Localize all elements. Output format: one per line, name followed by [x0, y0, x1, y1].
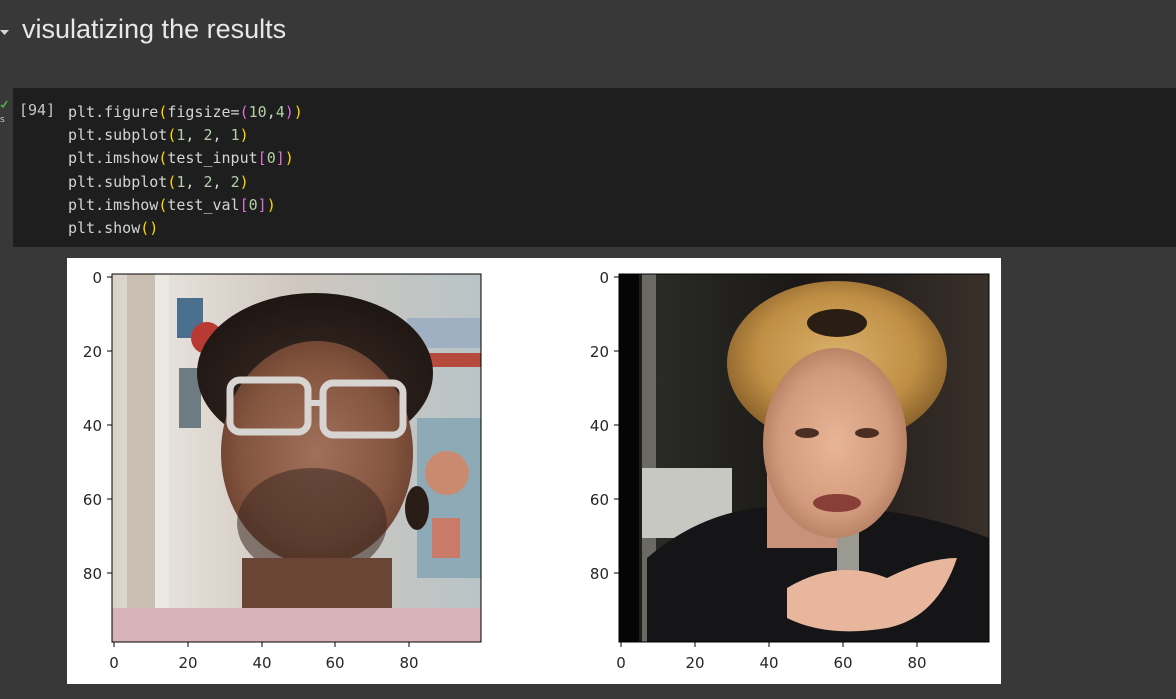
- output-figure: 0 20 40 60 80 0 20 40 60 80 0 20 40 60 8…: [67, 258, 1001, 684]
- code-token: (: [158, 149, 168, 168]
- code-token: 2: [203, 172, 213, 191]
- subplot-1-x-axis: 0 20 40 60 80: [109, 642, 419, 672]
- figure-canvas: 0 20 40 60 80 0 20 40 60 80 0 20 40 60 8…: [83, 269, 990, 672]
- subplot-1-image: [112, 274, 481, 642]
- code-token: plt.figure: [68, 103, 159, 121]
- code-token: ,: [185, 172, 204, 191]
- y-tick-label: 80: [590, 565, 609, 583]
- x-tick-label: 40: [759, 654, 778, 672]
- subplot-1: 0 20 40 60 80 0 20 40 60 80: [83, 269, 482, 672]
- code-token: ): [284, 149, 294, 168]
- run-status-check-icon[interactable]: s: [0, 98, 12, 128]
- x-tick-label: 20: [685, 654, 704, 672]
- x-tick-label: 20: [178, 654, 197, 672]
- code-token: plt.subplot: [68, 126, 168, 145]
- code-token: 2: [230, 172, 240, 191]
- y-tick-label: 80: [83, 565, 102, 583]
- code-token: 10: [248, 103, 267, 121]
- code-token: 0: [266, 149, 276, 168]
- x-tick-label: 0: [109, 654, 119, 672]
- x-tick-label: 40: [252, 654, 271, 672]
- code-token: plt.imshow: [68, 195, 159, 214]
- code-token: test_input: [167, 149, 258, 168]
- code-token: test_val: [167, 195, 240, 214]
- code-token: plt.show: [68, 219, 141, 238]
- code-token: [: [257, 149, 267, 168]
- y-tick-label: 20: [83, 343, 102, 361]
- code-token: ,: [185, 126, 204, 145]
- y-tick-label: 0: [599, 269, 609, 287]
- code-token: (: [239, 103, 249, 121]
- notebook-page: visulatizing the results s [94] plt.figu…: [0, 0, 1176, 699]
- code-line[interactable]: plt.imshow(test_input[0]): [68, 147, 303, 170]
- section-header[interactable]: visulatizing the results: [0, 0, 1176, 66]
- code-token: 1: [230, 126, 240, 145]
- subplot-2-y-axis: 0 20 40 60 80: [590, 269, 619, 583]
- x-tick-label: 80: [399, 654, 418, 672]
- code-token: figsize=: [167, 103, 240, 121]
- code-token: 4: [275, 103, 285, 121]
- y-tick-label: 60: [590, 491, 609, 509]
- code-token: (): [140, 219, 159, 238]
- code-token: ): [239, 172, 249, 191]
- code-line[interactable]: plt.subplot(1, 2, 2): [68, 171, 303, 194]
- subplot-2-x-axis: 0 20 40 60 80: [616, 642, 927, 672]
- code-token: ): [293, 103, 303, 121]
- code-token: [: [239, 195, 249, 214]
- code-token: ,: [212, 172, 231, 191]
- code-token: plt.imshow: [68, 149, 159, 168]
- code-token: ): [284, 103, 294, 121]
- code-line[interactable]: plt.subplot(1, 2, 1): [68, 124, 303, 147]
- code-token: 2: [203, 126, 213, 145]
- x-tick-label: 0: [616, 654, 626, 672]
- code-token: plt.subplot: [68, 172, 168, 191]
- code-token: ,: [266, 103, 276, 121]
- collapse-triangle-icon[interactable]: [0, 28, 10, 38]
- code-token: ): [239, 126, 249, 145]
- y-tick-label: 20: [590, 343, 609, 361]
- execution-count: [94]: [19, 101, 56, 119]
- code-token: ]: [275, 149, 285, 168]
- y-tick-label: 40: [590, 417, 609, 435]
- code-token: ]: [257, 195, 267, 214]
- code-token: ,: [212, 126, 231, 145]
- x-tick-label: 80: [907, 654, 926, 672]
- subplot-2-image: [619, 274, 989, 642]
- y-tick-label: 40: [83, 417, 102, 435]
- y-tick-label: 60: [83, 491, 102, 509]
- section-title: visulatizing the results: [22, 14, 287, 44]
- code-token: 0: [248, 195, 258, 214]
- code-line[interactable]: plt.show(): [68, 217, 303, 240]
- code-line[interactable]: plt.imshow(test_val[0]): [68, 194, 303, 217]
- y-tick-label: 0: [92, 269, 102, 287]
- code-lines[interactable]: plt.figure(figsize=(10,4)) plt.subplot(1,…: [68, 101, 303, 240]
- subplot-1-y-axis: 0 20 40 60 80: [83, 269, 112, 583]
- x-tick-label: 60: [833, 654, 852, 672]
- code-token: (: [158, 195, 168, 214]
- svg-text:s: s: [0, 115, 5, 125]
- x-tick-label: 60: [325, 654, 344, 672]
- code-token: ): [266, 195, 276, 214]
- code-token: (: [158, 103, 168, 121]
- subplot-2: 0 20 40 60 80 0 20 40 60 80: [590, 269, 990, 672]
- code-line[interactable]: plt.figure(figsize=(10,4)): [68, 101, 303, 124]
